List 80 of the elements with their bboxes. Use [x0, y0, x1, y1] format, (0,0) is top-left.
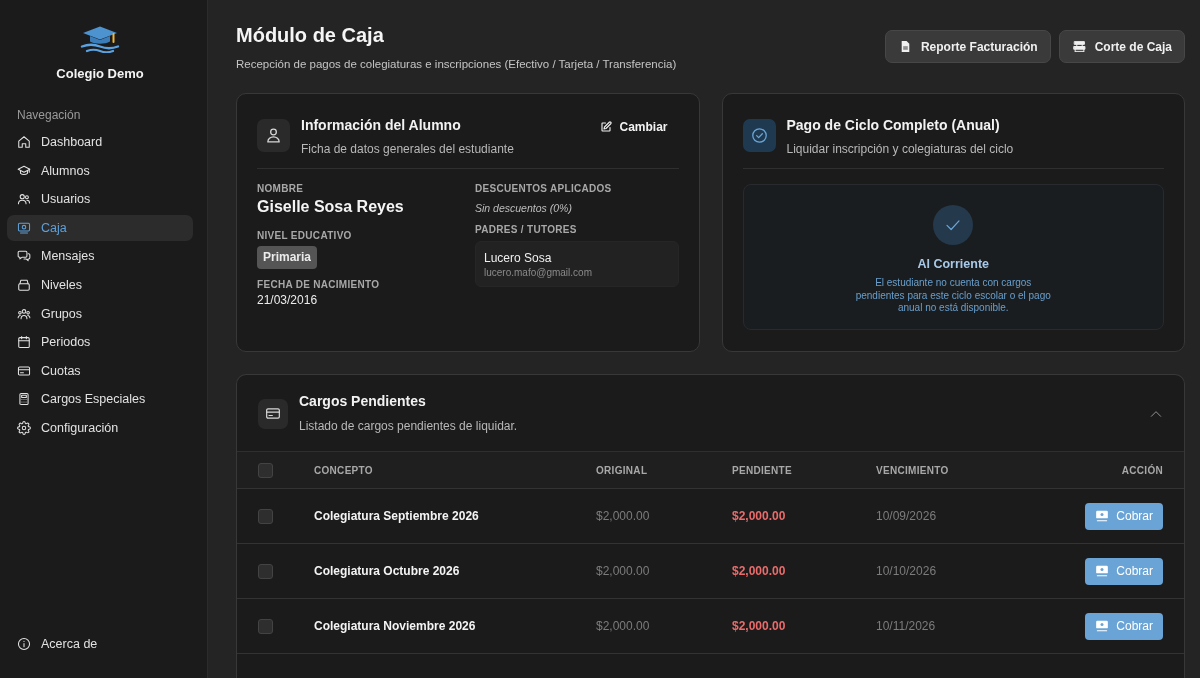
student-name: Giselle Sosa Reyes [257, 197, 405, 217]
field-value: Sin descuentos (0%) [475, 201, 573, 215]
home-icon [17, 135, 31, 149]
table-cell-text: $2,000.00 [732, 619, 787, 633]
table-cell-text: 10/11/2026 [876, 619, 937, 633]
select-all-checkbox[interactable] [258, 462, 273, 478]
sidebar-item[interactable]: Cargos Especiales [7, 386, 193, 413]
table-cell-text: Colegiatura Octubre 2026 [314, 564, 461, 578]
column-header: CONCEPTO [314, 464, 374, 476]
tutor-email: lucero.mafo@gmail.com [484, 266, 593, 279]
page-title: Módulo de Caja [236, 23, 385, 48]
column-header: VENCIMIENTO [876, 464, 950, 476]
row-checkbox[interactable] [258, 563, 273, 579]
field-label: PADRES / TUTORES [475, 224, 578, 236]
page-subtitle: Recepción de pagos de colegiaturas e inscripciones (Efectivo / Tarjeta / Transferencia) [236, 57, 677, 72]
brand-name: Colegio Demo [56, 66, 144, 82]
column-header: ACCIÓN [1121, 464, 1163, 476]
table-cell-text: $2,000.00 [596, 564, 651, 578]
calculator-icon [17, 392, 31, 407]
banknote-icon [17, 220, 31, 235]
sidebar-item[interactable]: Grupos [7, 300, 193, 327]
field-label: FECHA DE NACIMIENTO [257, 279, 381, 291]
table-cell-text: 10/10/2026 [876, 564, 938, 578]
table-cell-text: Colegiatura Septiembre 2026 [314, 509, 480, 523]
check-icon [933, 205, 974, 245]
change-button[interactable]: Cambiar [589, 113, 679, 141]
column-header: ORIGINAL [596, 464, 649, 476]
field-label: NOMBRE [257, 183, 305, 195]
credit-card-icon [17, 363, 31, 378]
card-subtitle: Listado de cargos pendientes de liquidar. [299, 418, 519, 434]
table-cell-text: $2,000.00 [732, 509, 787, 523]
users-icon [17, 192, 31, 207]
level-tag: Primaria [257, 246, 318, 269]
sidebar-item[interactable]: Caja [7, 214, 193, 241]
info-icon [17, 637, 31, 651]
field-value: 21/03/2016 [257, 292, 319, 308]
sidebar-item[interactable]: Cuotas [7, 357, 193, 384]
cash-register-icon [1072, 40, 1086, 53]
banknote-icon [1095, 509, 1110, 523]
cap-logo-icon [80, 25, 120, 53]
archive-box-icon [17, 277, 31, 292]
settings-icon [17, 420, 31, 435]
graduation-cap-icon [17, 163, 31, 178]
tutor-name: Lucero Sosa [484, 250, 553, 266]
sidebar-item[interactable]: Niveles [7, 271, 193, 298]
table-cell-text: Colegiatura Noviembre 2026 [314, 619, 477, 633]
sidebar-item[interactable]: Acerca de [7, 631, 193, 657]
card-title: Información del Alumno [301, 116, 462, 134]
banknote-icon [1095, 564, 1110, 578]
sidebar-item[interactable]: Configuración [7, 414, 193, 441]
field-label: NIVEL EDUCATIVO [257, 230, 353, 242]
card-title: Pago de Ciclo Completo (Anual) [786, 116, 1001, 134]
table-cell-text: $2,000.00 [596, 619, 651, 633]
card-title: Cargos Pendientes [299, 393, 427, 410]
credit-card-icon [258, 398, 288, 429]
table-cell-text: $2,000.00 [732, 564, 787, 578]
table-cell-text: $2,000.00 [596, 509, 651, 523]
row-checkbox[interactable] [258, 618, 273, 634]
row-checkbox[interactable] [258, 508, 273, 524]
card-subtitle: Liquidar inscripción y colegiaturas del ciclo [786, 141, 1015, 157]
sidebar-item[interactable]: Periodos [7, 329, 193, 356]
field-label: DESCUENTOS APLICADOS [475, 183, 613, 195]
sidebar-item[interactable]: Alumnos [7, 157, 193, 184]
chat-icon [17, 249, 31, 264]
table-cell-text: 10/09/2026 [876, 509, 938, 523]
status-title: Al Corriente [917, 256, 989, 272]
card-subtitle: Ficha de datos generales del estudiante [301, 141, 515, 157]
banknote-icon [1095, 619, 1110, 633]
edit-icon [600, 121, 613, 133]
sidebar-item[interactable]: Dashboard [7, 129, 193, 155]
user-icon [257, 119, 290, 152]
group-icon [17, 306, 31, 321]
sidebar-item[interactable]: Usuarios [7, 186, 193, 213]
sidebar-item[interactable]: Mensajes [7, 243, 193, 270]
section-label: Navegación [17, 107, 82, 123]
report-button[interactable]: Reporte Facturación [884, 30, 1051, 63]
cash-cut-button[interactable]: Corte de Caja [1058, 30, 1185, 63]
status-message: El estudiante no cuenta con cargos pendientes para este ciclo escolar o el pago anual no está disponible. [854, 277, 1052, 315]
calendar-icon [17, 335, 31, 350]
column-header: PENDIENTE [732, 464, 793, 476]
